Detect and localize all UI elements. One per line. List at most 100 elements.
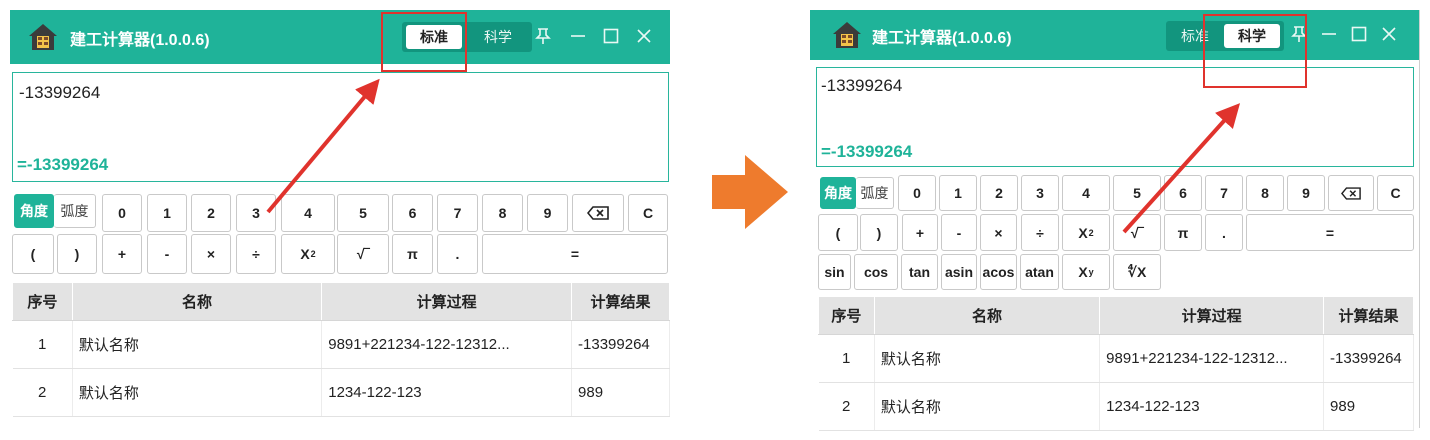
root-key[interactable]: ∜X <box>1113 254 1161 290</box>
minimize-button[interactable] <box>567 26 589 50</box>
row-result: 989 <box>1323 382 1414 431</box>
sin-key[interactable]: sin <box>818 254 851 290</box>
row-process: 1234-122-123 <box>1099 382 1325 431</box>
key-1[interactable]: 1 <box>147 194 187 232</box>
square-key-label: X <box>300 246 310 262</box>
history-table: 序号 名称 计算过程 计算结果 1 默认名称 9891+221234-122-1… <box>12 282 670 417</box>
row-no: 2 <box>12 368 73 417</box>
sqrt-key[interactable]: √‾ <box>1113 214 1161 251</box>
right-paren-key[interactable]: ) <box>860 214 898 251</box>
degree-mode-button[interactable]: 角度 <box>14 194 54 228</box>
pi-key[interactable]: π <box>392 234 433 274</box>
table-row[interactable]: 2 默认名称 1234-122-123 989 <box>12 368 670 417</box>
key-0[interactable]: 0 <box>102 194 142 232</box>
asin-key[interactable]: asin <box>941 254 977 290</box>
plus-key[interactable]: + <box>102 234 142 274</box>
expression-text: -13399264 <box>821 76 903 95</box>
key-0[interactable]: 0 <box>898 175 936 211</box>
row-result: -13399264 <box>571 320 670 369</box>
table-row[interactable]: 2 默认名称 1234-122-123 989 <box>818 382 1414 431</box>
dot-key[interactable]: . <box>1205 214 1243 251</box>
key-4[interactable]: 4 <box>1062 175 1110 211</box>
close-button[interactable] <box>633 26 655 50</box>
atan-key[interactable]: atan <box>1020 254 1059 290</box>
key-9[interactable]: 9 <box>1287 175 1325 211</box>
row-no: 1 <box>818 334 875 383</box>
tan-key[interactable]: tan <box>901 254 938 290</box>
maximize-button[interactable] <box>600 26 622 50</box>
header-process: 计算过程 <box>321 282 573 321</box>
square-key-exponent: 2 <box>1088 227 1094 238</box>
pi-key[interactable]: π <box>1164 214 1202 251</box>
key-9[interactable]: 9 <box>527 194 568 232</box>
house-icon <box>833 22 861 48</box>
key-2[interactable]: 2 <box>191 194 231 232</box>
radian-mode-button[interactable]: 弧度 <box>856 177 894 209</box>
header-name: 名称 <box>873 296 1101 335</box>
table-row[interactable]: 1 默认名称 9891+221234-122-12312... -1339926… <box>818 334 1414 383</box>
row-result: 989 <box>571 368 670 417</box>
key-5[interactable]: 5 <box>337 194 389 232</box>
key-6[interactable]: 6 <box>392 194 433 232</box>
power-key-label: X <box>1078 264 1088 280</box>
key-8[interactable]: 8 <box>482 194 523 232</box>
calculator-window-standard: 建工计算器(1.0.0.6) 标准 科学 -13399264 =-1339926… <box>10 10 670 420</box>
clear-button[interactable]: C <box>1377 175 1414 211</box>
maximize-button[interactable] <box>1348 24 1370 48</box>
row-process: 1234-122-123 <box>321 368 573 417</box>
key-3[interactable]: 3 <box>1021 175 1059 211</box>
right-paren-key[interactable]: ) <box>57 234 97 274</box>
highlight-box-standard <box>381 12 467 72</box>
house-icon <box>29 24 57 50</box>
tab-science[interactable]: 科学 <box>470 25 526 49</box>
clear-button[interactable]: C <box>628 194 668 232</box>
multiply-key[interactable]: × <box>980 214 1017 251</box>
history-header-row: 序号 名称 计算过程 计算结果 <box>12 282 670 321</box>
power-key[interactable]: Xy <box>1062 254 1110 290</box>
backspace-button[interactable] <box>572 194 624 232</box>
calculator-display[interactable]: -13399264 =-13399264 <box>12 72 669 182</box>
minus-key[interactable]: - <box>941 214 977 251</box>
key-3[interactable]: 3 <box>236 194 276 232</box>
multiply-key[interactable]: × <box>191 234 231 274</box>
key-4[interactable]: 4 <box>281 194 335 232</box>
radian-mode-button[interactable]: 弧度 <box>54 194 96 228</box>
divide-key[interactable]: ÷ <box>236 234 276 274</box>
sqrt-key[interactable]: √‾ <box>337 234 389 274</box>
square-key[interactable]: X2 <box>1062 214 1110 251</box>
calculator-display[interactable]: -13399264 =-13399264 <box>816 67 1414 167</box>
power-key-exponent: y <box>1088 267 1094 277</box>
header-name: 名称 <box>71 282 323 321</box>
square-key-label: X <box>1078 224 1088 241</box>
table-row[interactable]: 1 默认名称 9891+221234-122-12312... -1339926… <box>12 320 670 369</box>
divide-key[interactable]: ÷ <box>1021 214 1059 251</box>
key-6[interactable]: 6 <box>1164 175 1202 211</box>
key-7[interactable]: 7 <box>1205 175 1243 211</box>
app-title: 建工计算器(1.0.0.6) <box>872 30 1012 47</box>
equals-key[interactable]: = <box>482 234 668 274</box>
header-no: 序号 <box>12 282 73 321</box>
key-8[interactable]: 8 <box>1246 175 1284 211</box>
row-result: -13399264 <box>1323 334 1414 383</box>
minus-key[interactable]: - <box>147 234 187 274</box>
plus-key[interactable]: + <box>902 214 938 251</box>
left-paren-key[interactable]: ( <box>12 234 54 274</box>
key-1[interactable]: 1 <box>939 175 977 211</box>
dot-key[interactable]: . <box>437 234 478 274</box>
cos-key[interactable]: cos <box>854 254 898 290</box>
left-paren-key[interactable]: ( <box>818 214 858 251</box>
key-7[interactable]: 7 <box>437 194 478 232</box>
minimize-button[interactable] <box>1318 24 1340 48</box>
key-5[interactable]: 5 <box>1113 175 1161 211</box>
acos-key[interactable]: acos <box>980 254 1017 290</box>
close-button[interactable] <box>1378 24 1400 48</box>
header-process: 计算过程 <box>1099 296 1325 335</box>
degree-mode-button[interactable]: 角度 <box>820 177 856 209</box>
history-table: 序号 名称 计算过程 计算结果 1 默认名称 9891+221234-122-1… <box>818 296 1414 431</box>
app-title: 建工计算器(1.0.0.6) <box>70 32 210 49</box>
backspace-button[interactable] <box>1328 175 1374 211</box>
equals-key[interactable]: = <box>1246 214 1414 251</box>
key-2[interactable]: 2 <box>980 175 1018 211</box>
pin-icon[interactable] <box>532 26 554 50</box>
square-key[interactable]: X2 <box>281 234 335 274</box>
